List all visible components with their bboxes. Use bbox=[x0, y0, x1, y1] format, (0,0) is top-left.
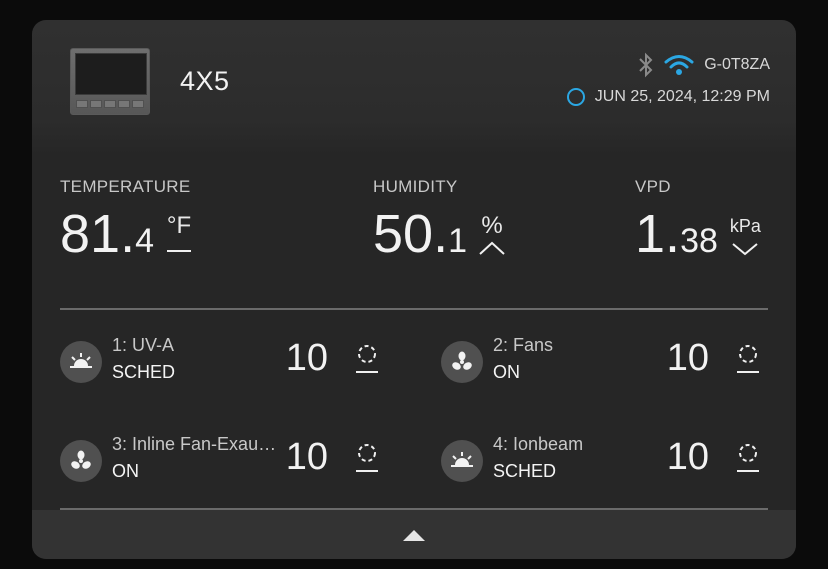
sun-rise-icon bbox=[60, 341, 102, 383]
outlet-mode: ON bbox=[112, 461, 139, 481]
metric-decimal: 38 bbox=[680, 222, 718, 260]
divider bbox=[60, 308, 768, 310]
metric-integer: 1 bbox=[635, 204, 666, 264]
outlet-1[interactable]: 1: UV-A SCHED 10 bbox=[60, 331, 380, 391]
metric-integer: 50 bbox=[373, 204, 434, 264]
fan-icon bbox=[441, 341, 483, 383]
outlet-level: 10 bbox=[285, 436, 328, 478]
date-time: JUN 25, 2024, 12:29 PM bbox=[594, 88, 770, 105]
expand-bar[interactable] bbox=[32, 510, 796, 559]
outlet-name: 3: Inline Fan-Exau… bbox=[112, 434, 277, 454]
outlet-level: 10 bbox=[666, 337, 709, 379]
outlet-name: 2: Fans bbox=[493, 335, 554, 355]
fan-icon bbox=[60, 440, 102, 482]
outlet-name: 4: Ionbeam bbox=[493, 434, 584, 454]
timer-status-icon bbox=[737, 444, 759, 472]
outlet-level: 10 bbox=[666, 436, 709, 478]
timer-status-icon bbox=[356, 345, 378, 373]
metric-label: VPD bbox=[635, 177, 671, 196]
connection-ring-icon bbox=[566, 88, 585, 106]
status-area: G-0T8ZA JUN 25, 2024, 12:29 PM bbox=[566, 52, 770, 106]
device-thumbnail[interactable] bbox=[70, 48, 150, 115]
metric-integer: 81 bbox=[60, 204, 121, 264]
humidity-metric[interactable]: HUMIDITY 50. 1 % bbox=[373, 177, 505, 261]
timer-status-icon bbox=[356, 444, 378, 472]
outlet-mode: ON bbox=[493, 362, 520, 382]
device-buttons bbox=[76, 100, 144, 108]
metric-label: HUMIDITY bbox=[373, 177, 458, 196]
trend-steady-icon bbox=[167, 250, 192, 252]
metric-decimal: 4 bbox=[135, 222, 155, 260]
metric-unit: % bbox=[481, 212, 503, 239]
device-name[interactable]: 4X5 bbox=[180, 66, 230, 97]
metric-unit: kPa bbox=[729, 216, 761, 236]
outlet-level: 10 bbox=[285, 337, 328, 379]
wifi-icon bbox=[664, 55, 694, 75]
controller-card: 4X5 G-0T8ZA JUN 25, 2024, 12:29 PM TEMPE… bbox=[32, 20, 796, 559]
outlet-4[interactable]: 4: Ionbeam SCHED 10 bbox=[441, 430, 761, 490]
metric-unit: °F bbox=[166, 212, 192, 239]
outlet-2[interactable]: 2: Fans ON 10 bbox=[441, 331, 761, 391]
outlet-3[interactable]: 3: Inline Fan-Exau… ON 10 bbox=[60, 430, 380, 490]
outlet-mode: SCHED bbox=[112, 362, 176, 382]
trend-down-icon bbox=[732, 243, 759, 256]
vpd-metric[interactable]: VPD 1. 38 kPa bbox=[635, 177, 761, 261]
metric-decimal: 1 bbox=[448, 222, 468, 260]
device-screen bbox=[75, 53, 147, 95]
trend-up-icon bbox=[479, 241, 505, 255]
sun-rise-icon bbox=[441, 440, 483, 482]
caret-up-icon[interactable] bbox=[403, 529, 425, 541]
device-id: G-0T8ZA bbox=[704, 56, 770, 73]
bluetooth-icon bbox=[639, 52, 653, 78]
timer-status-icon bbox=[737, 345, 759, 373]
outlet-name: 1: UV-A bbox=[112, 335, 175, 355]
temperature-metric[interactable]: TEMPERATURE 81. 4 °F bbox=[60, 177, 192, 261]
metric-label: TEMPERATURE bbox=[60, 177, 191, 196]
outlet-mode: SCHED bbox=[493, 461, 557, 481]
